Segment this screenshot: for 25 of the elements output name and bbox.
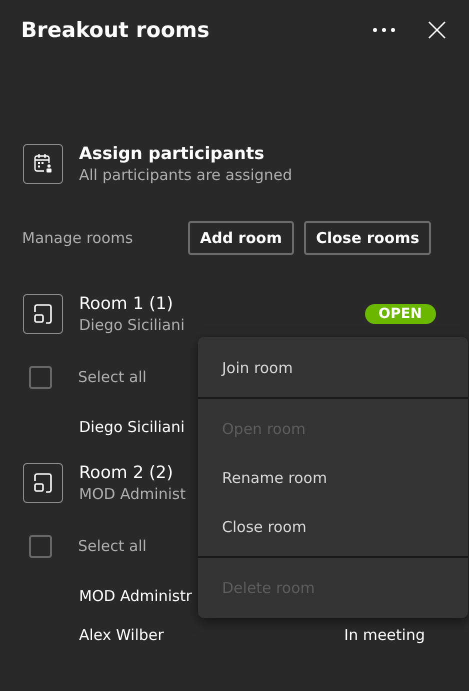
calendar-people-icon[interactable] bbox=[23, 144, 63, 184]
status-badge: OPEN bbox=[364, 304, 436, 324]
room-icon bbox=[23, 294, 63, 334]
menu-item[interactable]: Rename room bbox=[198, 453, 468, 502]
action-button[interactable]: Add room bbox=[188, 221, 294, 255]
member-name: MOD Administr bbox=[79, 586, 192, 604]
room-members-summary: MOD Administ bbox=[79, 484, 187, 504]
assign-title[interactable]: Assign participants bbox=[79, 143, 292, 165]
menu-item[interactable]: Close room bbox=[198, 502, 468, 551]
manage-label: Manage rooms bbox=[22, 229, 134, 247]
room-name[interactable]: Room 1 (1) bbox=[79, 293, 349, 315]
checkbox[interactable] bbox=[29, 534, 52, 558]
member-name: Alex Wilber bbox=[79, 626, 164, 644]
panel-title: Breakout rooms bbox=[21, 18, 210, 42]
select-all-label: Select all bbox=[78, 537, 147, 555]
assign-status: All participants are assigned bbox=[79, 165, 292, 185]
member-status: In meeting bbox=[344, 626, 425, 644]
checkbox[interactable] bbox=[29, 366, 52, 388]
member-name: Diego Siciliani bbox=[79, 418, 185, 436]
room-icon bbox=[23, 463, 63, 503]
select-all-label: Select all bbox=[78, 368, 147, 386]
room-members-summary: Diego Siciliani bbox=[79, 315, 186, 335]
action-button[interactable]: Close rooms bbox=[304, 221, 432, 255]
menu-item[interactable]: Join room bbox=[198, 343, 468, 392]
close-icon[interactable] bbox=[427, 20, 447, 40]
